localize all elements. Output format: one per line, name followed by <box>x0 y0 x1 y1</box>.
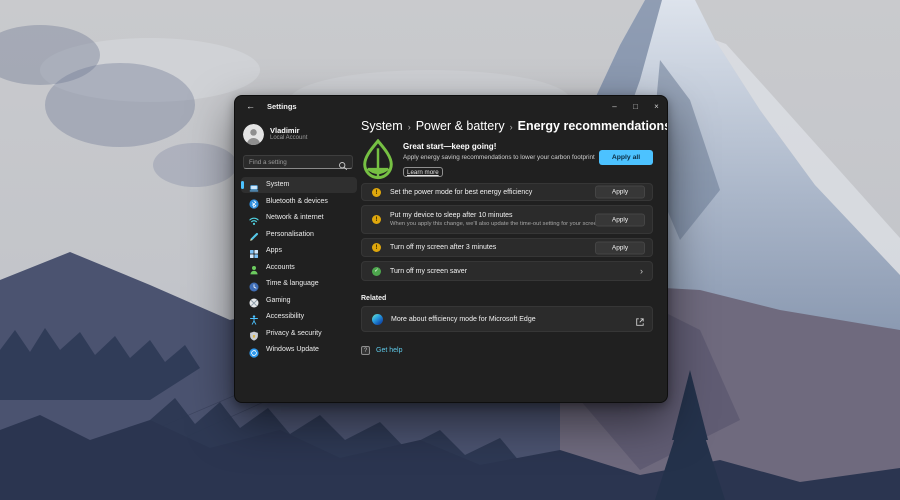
sidebar-item-label: System <box>266 181 289 188</box>
sidebar-item-label: Apps <box>266 247 282 254</box>
search-input[interactable] <box>244 159 336 166</box>
related-edge-efficiency-link[interactable]: More about efficiency mode for Microsoft… <box>361 306 653 332</box>
chevron-right-icon: › <box>640 266 645 276</box>
privacy-security-icon <box>249 328 259 338</box>
warning-icon: ! <box>372 243 381 252</box>
leaf-icon <box>362 139 394 181</box>
breadcrumb-separator: › <box>408 121 411 132</box>
sidebar-item-label: Time & language <box>266 280 319 287</box>
back-button[interactable]: ← <box>246 101 255 111</box>
sidebar-item-accessibility[interactable]: Accessibility <box>241 309 357 325</box>
system-icon <box>249 180 259 190</box>
user-name: Vladimir <box>270 126 307 135</box>
check-icon: ✓ <box>372 267 381 276</box>
sidebar-item-bluetooth-devices[interactable]: Bluetooth & devices <box>241 194 357 210</box>
sidebar-item-label: Windows Update <box>266 346 319 353</box>
apply-button-sleep-timeout[interactable]: Apply <box>595 213 645 226</box>
search-box <box>243 155 353 169</box>
sidebar-item-accounts[interactable]: Accounts <box>241 260 357 276</box>
apps-icon <box>249 246 259 256</box>
sidebar: Vladimir Local Account System Blu <box>235 116 361 402</box>
content-pane: System › Power & battery › Energy recomm… <box>361 116 653 355</box>
gaming-icon <box>249 295 259 305</box>
sidebar-item-gaming[interactable]: Gaming <box>241 293 357 309</box>
recommendation-power-mode: ! Set the power mode for best energy eff… <box>361 183 653 201</box>
search-icon <box>338 158 348 168</box>
sidebar-item-privacy-security[interactable]: Privacy & security <box>241 326 357 342</box>
time-language-icon <box>249 279 259 289</box>
recommendation-title: Turn off my screen saver <box>390 268 640 275</box>
sidebar-item-personalisation[interactable]: Personalisation <box>241 227 357 243</box>
sidebar-item-system[interactable]: System <box>241 177 357 193</box>
breadcrumb-current-page: Energy recommendations <box>518 119 668 133</box>
recommendation-sleep-timeout: ! Put my device to sleep after 10 minute… <box>361 205 653 234</box>
maximize-button[interactable]: □ <box>625 96 646 116</box>
edge-icon <box>372 314 383 325</box>
apply-button-screen-off[interactable]: Apply <box>595 241 645 254</box>
sidebar-item-apps[interactable]: Apps <box>241 243 357 259</box>
window-title: Settings <box>267 102 297 111</box>
network-icon <box>249 213 259 223</box>
sidebar-item-label: Personalisation <box>266 231 314 238</box>
personalisation-icon <box>249 229 259 239</box>
sidebar-nav: System Bluetooth & devices Network & int… <box>241 177 361 358</box>
hero-subtitle: Apply energy saving recommendations to l… <box>403 154 599 161</box>
sidebar-item-time-language[interactable]: Time & language <box>241 276 357 292</box>
help-icon: ? <box>361 346 370 355</box>
recommendation-screen-off: ! Turn off my screen after 3 minutes App… <box>361 238 653 257</box>
selection-indicator <box>241 181 244 189</box>
energy-hero-banner: Great start—keep going! Apply energy sav… <box>361 138 653 183</box>
accessibility-icon <box>249 312 259 322</box>
apply-all-button[interactable]: Apply all <box>599 150 653 165</box>
windows-update-icon <box>249 345 259 355</box>
apply-button-power-mode[interactable]: Apply <box>595 186 645 199</box>
warning-icon: ! <box>372 188 381 197</box>
avatar-icon <box>243 124 264 145</box>
hero-title: Great start—keep going! <box>403 142 599 151</box>
recommendation-screen-saver[interactable]: ✓ Turn off my screen saver › <box>361 261 653 281</box>
warning-icon: ! <box>372 215 381 224</box>
sidebar-item-label: Accounts <box>266 264 295 271</box>
accounts-icon <box>249 262 259 272</box>
breadcrumb-system[interactable]: System <box>361 119 403 133</box>
breadcrumb: System › Power & battery › Energy recomm… <box>361 118 653 134</box>
sidebar-item-network-internet[interactable]: Network & internet <box>241 210 357 226</box>
bluetooth-icon <box>249 196 259 206</box>
get-help-link[interactable]: Get help <box>376 347 402 354</box>
minimize-button[interactable]: – <box>604 96 625 116</box>
breadcrumb-separator: › <box>510 121 513 132</box>
related-item-label: More about efficiency mode for Microsoft… <box>391 316 635 323</box>
learn-more-link[interactable]: Learn more <box>403 167 443 177</box>
sidebar-item-label: Bluetooth & devices <box>266 198 328 205</box>
breadcrumb-power-battery[interactable]: Power & battery <box>416 119 505 133</box>
sidebar-item-label: Accessibility <box>266 313 304 320</box>
sidebar-item-label: Gaming <box>266 297 291 304</box>
sidebar-item-label: Privacy & security <box>266 330 322 337</box>
user-account[interactable]: Vladimir Local Account <box>241 120 361 146</box>
account-type: Local Account <box>270 135 307 142</box>
window-controls: – □ × <box>604 96 667 116</box>
settings-window: ← Settings – □ × Vladimir Local Account <box>234 95 668 403</box>
sidebar-item-windows-update[interactable]: Windows Update <box>241 342 357 358</box>
get-help[interactable]: ? Get help <box>361 346 653 355</box>
desktop: ← Settings – □ × Vladimir Local Account <box>0 0 900 500</box>
close-button[interactable]: × <box>646 96 667 116</box>
external-link-icon <box>635 314 645 324</box>
titlebar: ← Settings – □ × <box>235 96 667 116</box>
related-heading: Related <box>361 295 653 302</box>
sidebar-item-label: Network & internet <box>266 214 324 221</box>
